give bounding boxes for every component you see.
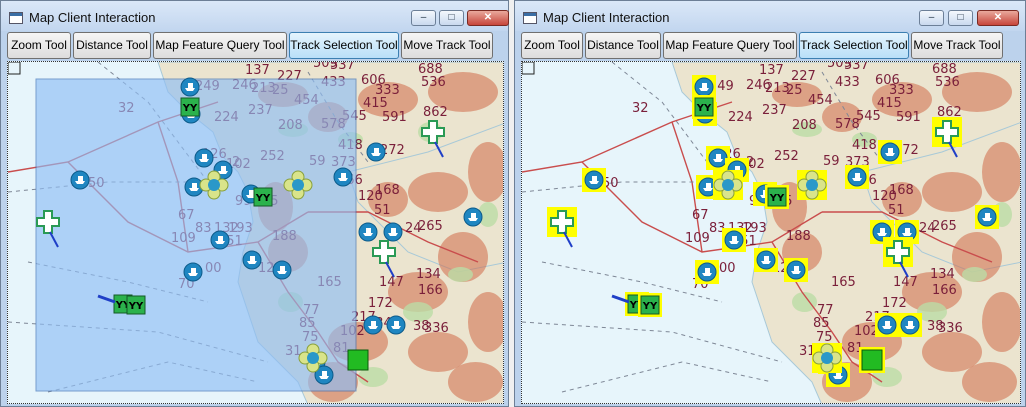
map-depth-label: 265 [932, 219, 957, 234]
map-client-window-left: Map Client Interaction – □ ✕ Zoom Tool D… [0, 0, 509, 407]
map-depth-label: 25 [786, 83, 803, 98]
map-depth-label: 537 [844, 62, 869, 73]
map-depth-label: 38 [413, 319, 430, 334]
map-depth-label: 51 [374, 203, 391, 218]
tool-bar: Zoom Tool Distance Tool Map Feature Quer… [7, 32, 502, 60]
map-depth-label: 32 [632, 101, 649, 116]
track-yy-text: YY [128, 301, 144, 312]
selection-box [35, 78, 357, 392]
map-depth-label: 166 [932, 283, 957, 298]
map-view[interactable]: 1372275095376882492462132372545443360633… [521, 61, 1021, 404]
map-depth-label: 536 [421, 75, 446, 90]
track-yy-text: YY [769, 193, 785, 204]
map-depth-label: 24 [405, 221, 422, 236]
terrain-relief [982, 292, 1020, 352]
map-depth-label: 134 [416, 267, 441, 282]
distance-tool-button[interactable]: Distance Tool [73, 32, 151, 59]
map-depth-label: 00 [719, 261, 736, 276]
title-bar[interactable]: Map Client Interaction – □ ✕ [515, 1, 1025, 31]
map-depth-label: 227 [791, 69, 816, 84]
tool-bar: Zoom Tool Distance Tool Map Feature Quer… [521, 32, 1019, 60]
zoom-tool-button[interactable]: Zoom Tool [7, 32, 71, 59]
maximize-button[interactable]: □ [439, 10, 464, 26]
minimize-button[interactable]: – [919, 10, 944, 26]
map-feature-query-tool-button[interactable]: Map Feature Query Tool [153, 32, 287, 59]
map-feature-query-tool-button[interactable]: Map Feature Query Tool [663, 32, 797, 59]
map-client-window-right: Map Client Interaction – □ ✕ Zoom Tool D… [514, 0, 1026, 407]
track-yy-text: YY [255, 193, 271, 204]
map-view[interactable]: 1372275095376882492462132372545443360633… [7, 61, 504, 404]
forest-area [448, 267, 473, 282]
track-flower-icon [821, 352, 833, 364]
track-yy-text: YY [696, 103, 712, 114]
map-depth-label: 59 [823, 154, 840, 169]
map-depth-label: 454 [808, 93, 833, 108]
zoom-tool-button[interactable]: Zoom Tool [521, 32, 583, 59]
map-depth-label: 120 [358, 189, 383, 204]
terrain-relief [982, 142, 1020, 202]
map-depth-label: 172 [368, 296, 393, 311]
track-yy-text: YY [182, 103, 198, 114]
minimize-button[interactable]: – [411, 10, 436, 26]
map-depth-label: 252 [774, 149, 799, 164]
map-depth-label: 862 [423, 105, 448, 120]
forest-area [962, 267, 987, 282]
map-depth-label: 591 [382, 110, 407, 125]
move-track-tool-button[interactable]: Move Track Tool [911, 32, 1003, 59]
terrain-relief [922, 172, 982, 212]
track-selection-tool-button[interactable]: Track Selection Tool [289, 32, 399, 59]
map-depth-label: 109 [685, 231, 710, 246]
map-depth-label: 51 [888, 203, 905, 218]
map-depth-label: 120 [872, 189, 897, 204]
track-flower-icon [307, 352, 319, 364]
map-depth-label: 147 [893, 275, 918, 290]
map-canvas-left[interactable]: 1372275095376882492462132372545443360633… [8, 62, 504, 404]
map-depth-label: 165 [831, 275, 856, 290]
map-canvas-right[interactable]: 137 227509537 688249 24621323725454433 60633… [522, 62, 1021, 404]
track-flower-icon [806, 179, 818, 191]
track-flower-icon [722, 179, 734, 191]
terrain-relief [408, 172, 468, 212]
map-depth-label: 188 [786, 229, 811, 244]
map-depth-label: 147 [379, 275, 404, 290]
terrain-relief [962, 362, 1017, 402]
map-depth-label: 85 [813, 316, 830, 331]
map-depth-label: 224 [728, 110, 753, 125]
track-selection-tool-button[interactable]: Track Selection Tool [799, 32, 909, 59]
map-depth-label: 208 [792, 118, 817, 133]
map-depth-label: 75 [816, 330, 833, 345]
close-button[interactable]: ✕ [467, 10, 509, 26]
map-depth-label: 67 [692, 208, 709, 223]
map-depth-label: 166 [418, 283, 443, 298]
app-window-icon [9, 12, 23, 24]
window-title: Map Client Interaction [543, 10, 670, 25]
track-square-icon [861, 349, 883, 371]
window-title: Map Client Interaction [29, 10, 156, 25]
track-square-icon [347, 349, 369, 371]
move-track-tool-button[interactable]: Move Track Tool [401, 32, 493, 59]
map-depth-label: 237 [762, 103, 787, 118]
map-depth-label: 265 [418, 219, 443, 234]
map-depth-label: 536 [935, 75, 960, 90]
distance-tool-button[interactable]: Distance Tool [585, 32, 661, 59]
map-depth-label: 38 [927, 319, 944, 334]
map-depth-label: 433 [835, 75, 860, 90]
map-depth-label: 418 [852, 138, 877, 153]
title-bar[interactable]: Map Client Interaction – □ ✕ [1, 1, 509, 31]
terrain-relief [448, 362, 503, 402]
track-flower-icon [292, 179, 304, 191]
map-depth-label: 172 [882, 296, 907, 311]
map-depth-label: 578 [835, 117, 860, 132]
map-depth-label: 24 [919, 221, 936, 236]
map-depth-label: 134 [930, 267, 955, 282]
track-flower-icon [208, 179, 220, 191]
maximize-button[interactable]: □ [948, 10, 973, 26]
map-depth-label: 537 [330, 62, 355, 73]
app-window-icon [523, 12, 537, 24]
map-depth-label: 137 [245, 63, 270, 78]
map-depth-label: 137 [759, 63, 784, 78]
track-yy-text: YY [642, 301, 658, 312]
map-depth-label: 591 [896, 110, 921, 125]
close-button[interactable]: ✕ [977, 10, 1019, 26]
